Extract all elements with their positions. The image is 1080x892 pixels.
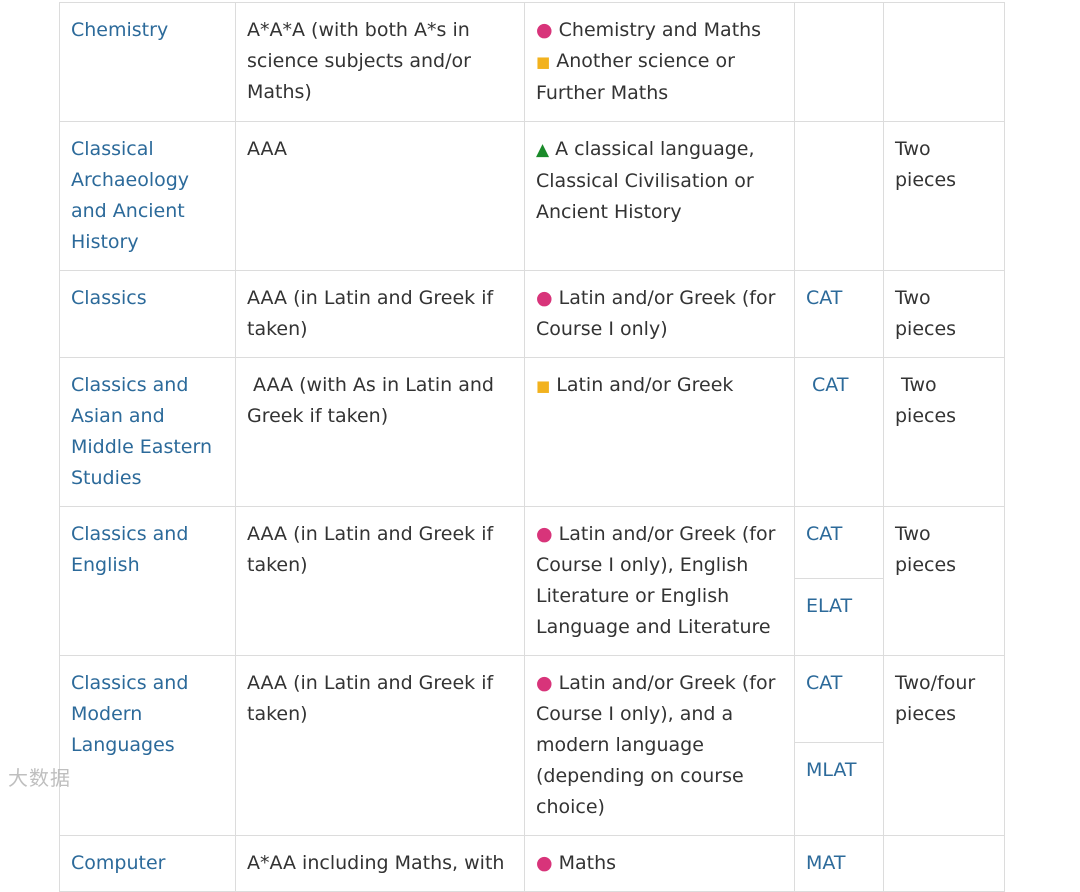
table-row: Computer A*AA including Maths, with ● Math…: [60, 836, 1005, 892]
admissions-test-cell: MAT: [795, 836, 884, 892]
table-row: Chemistry A*A*A (with both A*s in science…: [60, 3, 1005, 122]
table-row: Classics and Asian and Middle Eastern St…: [60, 358, 1005, 507]
subject-requirement: ● Latin and/or Greek (for Course I only)…: [536, 668, 784, 823]
table-row: Classical Archaeology and Ancient Histor…: [60, 122, 1005, 271]
course-cell: Classics: [60, 271, 236, 358]
course-cell: Chemistry: [60, 3, 236, 122]
course-link[interactable]: Classics and Asian and Middle Eastern St…: [71, 374, 212, 489]
subjects-cell: ▲ A classical language, Classical Civili…: [525, 122, 795, 271]
course-cell: Classics and Modern Languages: [60, 656, 236, 836]
admissions-test-cell: CAT: [795, 271, 884, 358]
course-cell: Classics and Asian and Middle Eastern St…: [60, 358, 236, 507]
helpful-triangle-icon: ▲: [536, 140, 549, 160]
recommended-square-icon: ■: [536, 53, 550, 71]
subjects-cell: ● Latin and/or Greek (for Course I only)…: [525, 656, 795, 836]
table-row: Classics and English AAA (in Latin and Gr…: [60, 507, 1005, 656]
admissions-requirements-table: Chemistry A*A*A (with both A*s in science…: [59, 2, 1005, 892]
essential-dot-icon: ●: [536, 19, 553, 41]
essential-dot-icon: ●: [536, 672, 553, 694]
recommended-square-icon: ■: [536, 377, 550, 395]
test-link[interactable]: CAT: [806, 672, 842, 694]
essential-dot-icon: ●: [536, 287, 553, 309]
subject-text: Latin and/or Greek (for Course I only): [536, 287, 775, 340]
written-work-cell: Two pieces: [884, 358, 1005, 507]
test-link[interactable]: ELAT: [806, 595, 852, 617]
subjects-cell: ● Chemistry and Maths■ Another science o…: [525, 3, 795, 122]
subject-text: Maths: [559, 852, 616, 874]
admissions-test-cell: CAT ELAT: [795, 507, 884, 656]
essential-dot-icon: ●: [536, 852, 553, 874]
test-link[interactable]: CAT: [806, 523, 842, 545]
subject-text: Another science or Further Maths: [536, 50, 735, 104]
offer-cell: A*AA including Maths, with: [236, 836, 525, 892]
offer-cell: AAA (in Latin and Greek if taken): [236, 271, 525, 358]
subject-requirement: ▲ A classical language, Classical Civili…: [536, 134, 784, 228]
subjects-cell: ● Latin and/or Greek (for Course I only)…: [525, 507, 795, 656]
subject-text: Latin and/or Greek (for Course I only), …: [536, 523, 775, 638]
subject-text: Latin and/or Greek: [556, 374, 733, 396]
subject-requirement: ● Latin and/or Greek (for Course I only): [536, 283, 784, 345]
subject-text: Chemistry and Maths: [559, 19, 761, 41]
admissions-test-cell: [795, 122, 884, 271]
offer-cell: AAA (with As in Latin and Greek if taken…: [236, 358, 525, 507]
test-link[interactable]: MAT: [806, 852, 846, 874]
admissions-test-cell: CAT: [795, 358, 884, 507]
offer-cell: AAA: [236, 122, 525, 271]
course-cell: Classical Archaeology and Ancient Histor…: [60, 122, 236, 271]
subject-text: Latin and/or Greek (for Course I only), …: [536, 672, 775, 818]
written-work-cell: Two pieces: [884, 271, 1005, 358]
subjects-cell: ● Maths: [525, 836, 795, 892]
subjects-cell: ● Latin and/or Greek (for Course I only): [525, 271, 795, 358]
course-link[interactable]: Classics and Modern Languages: [71, 672, 188, 756]
test-link[interactable]: CAT: [806, 287, 842, 309]
written-work-cell: Two pieces: [884, 122, 1005, 271]
course-link[interactable]: Classics: [71, 287, 147, 309]
written-work-cell: Two/four pieces: [884, 656, 1005, 836]
test-link[interactable]: MLAT: [806, 759, 857, 781]
course-cell: Classics and English: [60, 507, 236, 656]
test-sub-cell: CAT: [795, 507, 883, 578]
table-body: Chemistry A*A*A (with both A*s in science…: [60, 3, 1005, 892]
subject-requirement: ● Chemistry and Maths: [536, 15, 784, 46]
subject-requirement: ■ Latin and/or Greek: [536, 370, 784, 402]
admissions-test-cell: CAT MLAT: [795, 656, 884, 836]
subject-text: A classical language, Classical Civilisa…: [536, 138, 755, 223]
test-sub-cell: CAT: [795, 656, 883, 742]
essential-dot-icon: ●: [536, 523, 553, 545]
subject-requirement: ● Maths: [536, 848, 784, 879]
admissions-table-container: Chemistry A*A*A (with both A*s in science…: [59, 0, 1004, 892]
table-row: Classics AAA (in Latin and Greek if taken…: [60, 271, 1005, 358]
course-link[interactable]: Computer: [71, 852, 165, 874]
subject-requirement: ■ Another science or Further Maths: [536, 46, 784, 109]
course-link[interactable]: Chemistry: [71, 19, 168, 41]
admissions-test-cell: [795, 3, 884, 122]
written-work-cell: Two pieces: [884, 507, 1005, 656]
offer-cell: AAA (in Latin and Greek if taken): [236, 507, 525, 656]
course-link[interactable]: Classics and English: [71, 523, 188, 576]
test-link[interactable]: CAT: [806, 374, 848, 396]
test-sub-cell: MLAT: [795, 742, 883, 798]
written-work-cell: [884, 3, 1005, 122]
course-cell: Computer: [60, 836, 236, 892]
subjects-cell: ■ Latin and/or Greek: [525, 358, 795, 507]
table-row: Classics and Modern Languages AAA (in Lat…: [60, 656, 1005, 836]
subject-requirement: ● Latin and/or Greek (for Course I only)…: [536, 519, 784, 643]
course-link[interactable]: Classical Archaeology and Ancient Histor…: [71, 138, 189, 253]
written-work-cell: [884, 836, 1005, 892]
test-sub-cell: ELAT: [795, 578, 883, 634]
offer-cell: A*A*A (with both A*s in science subjects…: [236, 3, 525, 122]
offer-cell: AAA (in Latin and Greek if taken): [236, 656, 525, 836]
